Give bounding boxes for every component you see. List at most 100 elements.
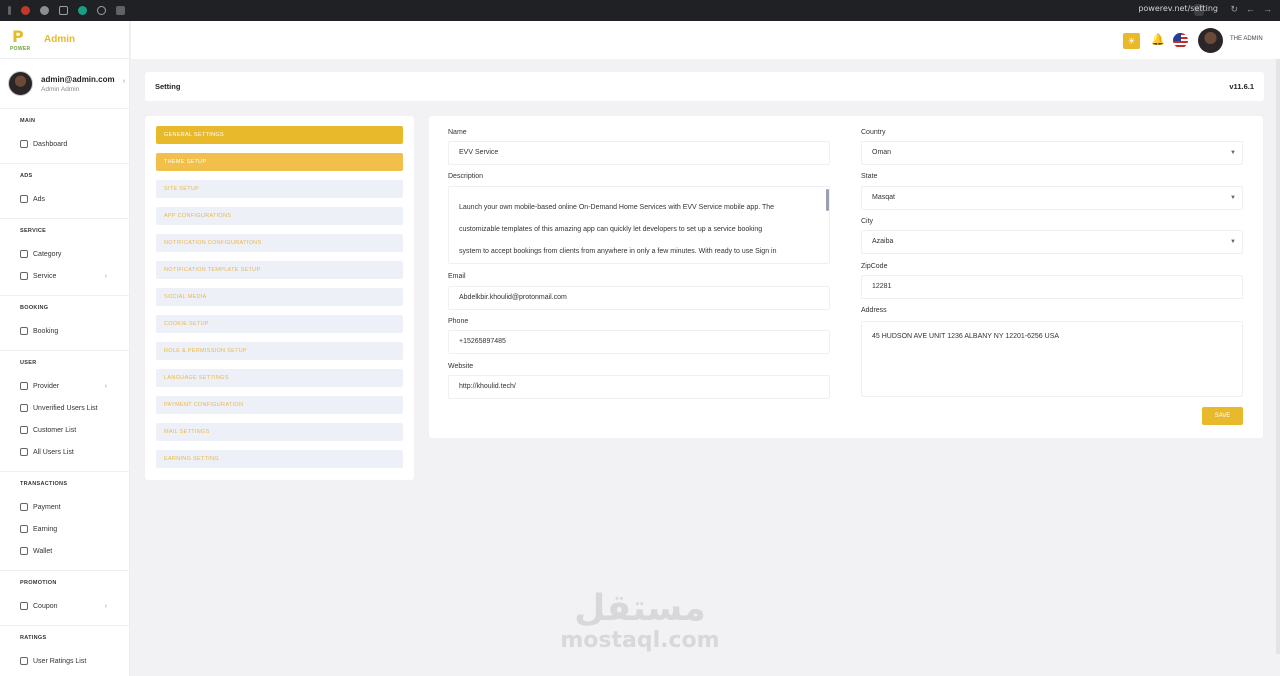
settings-tab-role-permission-setup[interactable]: ROLE & PERMISSION SETUP [156, 342, 403, 360]
ads-icon [20, 195, 28, 203]
coupon-icon [20, 602, 28, 610]
zipcode-field[interactable]: 12281 [861, 275, 1243, 299]
website-field[interactable]: http://khoulid.tech/ [448, 375, 830, 399]
state-label: State [861, 173, 878, 180]
settings-tab-theme-setup[interactable]: THEME SETUP [156, 153, 403, 171]
sidebar-item-provider[interactable]: Provider › [0, 375, 129, 397]
sidebar-item-wallet[interactable]: Wallet [0, 540, 129, 562]
sidebar-item-booking[interactable]: Booking [0, 320, 129, 342]
page-scrollbar[interactable] [1276, 59, 1280, 654]
vpn-icon[interactable] [78, 6, 87, 15]
sidebar-item-label: Category [33, 250, 62, 258]
tab-icon[interactable] [59, 6, 68, 15]
header-avatar[interactable] [1198, 28, 1223, 53]
profile-icon[interactable] [40, 6, 49, 15]
sidebar-user-card[interactable]: admin@admin.com Admin Admin ‹ [0, 59, 129, 109]
settings-tab-mail-settings[interactable]: MAIL SETTINGS [156, 423, 403, 441]
nav-section-ratings: RATINGS User Ratings List [0, 626, 129, 676]
us-flag-icon[interactable] [1173, 33, 1188, 48]
settings-tab-earning-setting[interactable]: EARNING SETTING [156, 450, 403, 468]
category-icon [20, 250, 28, 258]
browser-toolbar: powerev.net/setting ↻ ← → [0, 0, 1280, 21]
description-label: Description [448, 173, 484, 180]
sidebar-item-all-users-list[interactable]: All Users List [0, 441, 129, 463]
sidebar-item-coupon[interactable]: Coupon › [0, 595, 129, 617]
chevron-left-icon[interactable]: ‹ [123, 78, 129, 90]
back-icon[interactable]: ← [1246, 4, 1255, 15]
sidebar-item-label: Customer List [33, 426, 77, 434]
watermark-logo: مستقل mostaql.com [560, 588, 720, 654]
brand-title: Admin [44, 34, 76, 45]
service-icon [20, 272, 28, 280]
settings-tab-site-setup[interactable]: SITE SETUP [156, 180, 403, 198]
customer-icon [20, 426, 28, 434]
settings-tab-language-settings[interactable]: LANGUAGE SETTINGS [156, 369, 403, 387]
website-label: Website [448, 363, 474, 370]
bookmark-star-icon[interactable] [97, 6, 106, 15]
nav-section-main: MAIN Dashboard [0, 109, 129, 164]
bell-icon[interactable]: 🔔 [1151, 33, 1165, 46]
reload-icon[interactable]: ↻ [1230, 4, 1238, 15]
address-label: Address [861, 307, 887, 314]
sidebar-item-label: Earning [33, 525, 58, 533]
sidebar-item-dashboard[interactable]: Dashboard [0, 133, 129, 155]
sidebar-item-customer-list[interactable]: Customer List [0, 419, 129, 441]
rating-icon [20, 657, 28, 665]
provider-icon [20, 382, 28, 390]
sidebar-item-label: Coupon [33, 602, 58, 610]
split-view-icon[interactable] [116, 6, 125, 15]
version-label: v11.6.1 [1229, 82, 1254, 91]
settings-tab-social-media[interactable]: SOCIAL MEDIA [156, 288, 403, 306]
sidebar-item-earning[interactable]: Earning [0, 518, 129, 540]
nav-section-heading: PROMOTION [20, 580, 57, 586]
sidebar-item-service[interactable]: Service › [0, 265, 129, 287]
sidebar-item-label: Service [33, 272, 57, 280]
settings-tab-app-configurations[interactable]: APP CONFIGURATIONS [156, 207, 403, 225]
name-label: Name [448, 129, 467, 136]
avatar [8, 71, 33, 96]
sidebar-item-ads[interactable]: Ads [0, 188, 129, 210]
top-header: ☀ 🔔 THE ADMIN [131, 21, 1280, 59]
nav-section-heading: TRANSACTIONS [20, 481, 68, 487]
chevron-right-icon: › [104, 272, 107, 280]
brand[interactable]: P POWER Admin [0, 21, 129, 59]
save-button[interactable]: SAVE [1202, 407, 1243, 425]
name-field[interactable]: EVV Service [448, 141, 830, 165]
menu-dots-icon[interactable] [8, 6, 11, 15]
textarea-scrollbar[interactable] [826, 189, 829, 211]
theme-toggle-sun-icon[interactable]: ☀ [1123, 33, 1140, 49]
state-select[interactable]: Masqat ▼ [861, 186, 1243, 210]
sidebar-item-unverified-users-list[interactable]: Unverified Users List [0, 397, 129, 419]
header-user-name[interactable]: THE ADMIN [1230, 36, 1263, 42]
chevron-down-icon: ▼ [1230, 195, 1236, 201]
settings-tab-general-settings[interactable]: GENERAL SETTINGS [156, 126, 403, 144]
settings-tab-notification-configurations[interactable]: NOTIFICATION CONFIGURATIONS [156, 234, 403, 252]
address-textarea[interactable]: 45 HUDSON AVE UNIT 1236 ALBANY NY 12201-… [861, 321, 1243, 397]
payment-icon [20, 503, 28, 511]
nav-section-heading: USER [20, 360, 37, 366]
extension-icon[interactable] [21, 6, 30, 15]
chevron-right-icon: › [104, 602, 107, 610]
phone-field[interactable]: +15265897485 [448, 330, 830, 354]
nav-section-heading: ADS [20, 173, 33, 179]
forward-icon[interactable]: → [1263, 4, 1272, 15]
settings-tab-cookie-setup[interactable]: COOKIE SETUP [156, 315, 403, 333]
earning-icon [20, 525, 28, 533]
page-title: Setting [155, 82, 181, 91]
country-select[interactable]: Oman ▼ [861, 141, 1243, 165]
wallet-icon [20, 547, 28, 555]
email-field[interactable]: Abdelkbir.khoulid@protonmail.com [448, 286, 830, 310]
settings-tab-payment-configuration[interactable]: PAYMENT CONFIGURATION [156, 396, 403, 414]
sidebar-item-user-ratings-list[interactable]: User Ratings List [0, 650, 129, 672]
chevron-down-icon: ▼ [1230, 150, 1236, 156]
sidebar-item-label: Payment [33, 503, 61, 511]
sidebar-item-payment[interactable]: Payment [0, 496, 129, 518]
nav-section-heading: SERVICE [20, 228, 47, 234]
sidebar-item-category[interactable]: Category [0, 243, 129, 265]
address-bar[interactable]: powerev.net/setting [1138, 4, 1218, 13]
description-textarea[interactable]: Launch your own mobile-based online On-D… [448, 186, 830, 264]
sidebar-item-label: User Ratings List [33, 657, 87, 665]
city-select[interactable]: Azaiba ▼ [861, 230, 1243, 254]
city-label: City [861, 218, 874, 225]
settings-tab-notification-template-setup[interactable]: NOTIFICATION TEMPLATE SETUP [156, 261, 403, 279]
